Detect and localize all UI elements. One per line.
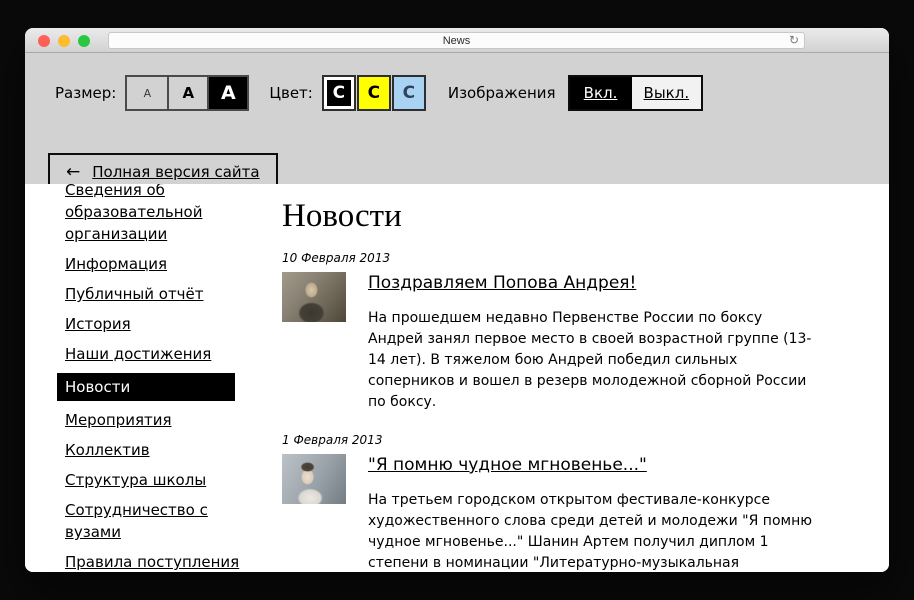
controls-row: Размер: А А А Цвет: С С С Изображения Вк… <box>55 75 703 111</box>
color-scheme-black-button[interactable]: С <box>322 75 356 111</box>
news-body-text: На третьем городском открытом фестивале-… <box>368 490 820 572</box>
news-thumbnail-photo <box>282 454 346 504</box>
font-size-large-button[interactable]: А <box>207 77 247 109</box>
sidebar-item-achievements[interactable]: Наши достижения <box>65 345 211 363</box>
sidebar-item-staff[interactable]: Коллектив <box>65 441 150 459</box>
full-site-version-label: Полная версия сайта <box>92 163 259 181</box>
news-main: Новости 10 Февраля 2013 Поздравляем Попо… <box>282 184 827 572</box>
sidebar-item-university-cooperation[interactable]: Сотрудничество с вузами <box>65 501 208 541</box>
font-size-medium-button[interactable]: А <box>167 77 207 109</box>
news-date: 10 Февраля 2013 <box>282 251 827 265</box>
color-scheme-yellow-button[interactable]: С <box>357 75 391 111</box>
browser-titlebar: News ↻ <box>25 28 889 53</box>
page-content: Сведения об образовательной организации … <box>25 184 889 572</box>
browser-window: News ↻ Размер: А А А Цвет: С С С Изображ… <box>25 28 889 572</box>
color-scheme-blue-button[interactable]: С <box>392 75 426 111</box>
news-body-text: На прошедшем недавно Первенстве России п… <box>368 308 820 413</box>
sidebar-item-information[interactable]: Информация <box>65 255 167 273</box>
window-controls <box>38 35 90 47</box>
minimize-button[interactable] <box>58 35 70 47</box>
left-arrow-icon: ← <box>66 162 80 182</box>
images-off-button[interactable]: Выкл. <box>632 77 702 109</box>
sidebar-item-events[interactable]: Мероприятия <box>65 411 171 429</box>
sidebar-navigation: Сведения об образовательной организации … <box>65 184 245 572</box>
images-label: Изображения <box>448 84 556 102</box>
sidebar-item-history[interactable]: История <box>65 315 131 333</box>
nav-list: Сведения об образовательной организации … <box>65 184 245 572</box>
news-thumbnail-photo <box>282 272 346 322</box>
close-button[interactable] <box>38 35 50 47</box>
font-size-small-button[interactable]: А <box>127 77 167 109</box>
news-title-link[interactable]: "Я помню чудное мгновенье..." <box>368 455 647 475</box>
images-on-button[interactable]: Вкл. <box>570 77 632 109</box>
sidebar-item-public-report[interactable]: Публичный отчёт <box>65 285 204 303</box>
color-scheme-group: С С С <box>322 75 426 111</box>
sidebar-item-news[interactable]: Новости <box>57 373 235 401</box>
reload-icon[interactable]: ↻ <box>789 33 799 48</box>
accessibility-toolbar: Размер: А А А Цвет: С С С Изображения Вк… <box>25 53 889 184</box>
color-scheme-label: Цвет: <box>269 84 313 102</box>
sidebar-item-admission-rules[interactable]: Правила поступления <box>65 553 239 571</box>
news-item: 10 Февраля 2013 Поздравляем Попова Андре… <box>282 251 827 413</box>
address-bar[interactable]: News ↻ <box>108 32 805 49</box>
fullscreen-button[interactable] <box>78 35 90 47</box>
font-size-label: Размер: <box>55 84 116 102</box>
sidebar-item-org-info[interactable]: Сведения об образовательной организации <box>65 184 202 243</box>
page-heading: Новости <box>282 197 827 235</box>
font-size-group: А А А <box>125 75 249 111</box>
page-title: News <box>443 35 471 47</box>
news-item: 1 Февраля 2013 "Я помню чудное мгновенье… <box>282 433 827 572</box>
news-date: 1 Февраля 2013 <box>282 433 827 447</box>
news-title-link[interactable]: Поздравляем Попова Андрея! <box>368 273 636 293</box>
images-toggle-group: Вкл. Выкл. <box>568 75 704 111</box>
sidebar-item-school-structure[interactable]: Структура школы <box>65 471 206 489</box>
